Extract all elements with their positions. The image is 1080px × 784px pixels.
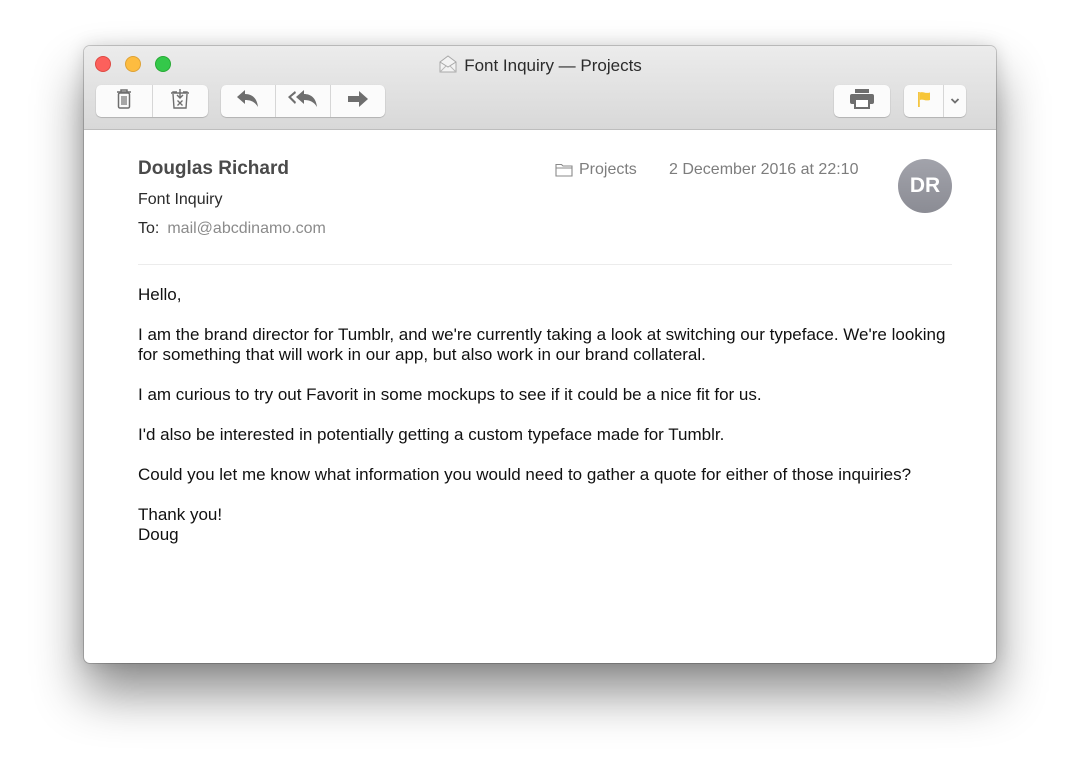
reply-button-group [221, 85, 385, 117]
avatar-initials: DR [909, 174, 941, 197]
body-signature: Thank you! Doug [138, 505, 223, 544]
body-paragraph: I'd also be interested in potentially ge… [138, 425, 725, 444]
reply-button[interactable] [221, 85, 276, 117]
window-title-text: Font Inquiry — Projects [464, 56, 642, 75]
reply-all-button[interactable] [276, 85, 331, 117]
flag-button-group [904, 85, 966, 117]
to-label: To: [138, 220, 160, 237]
forward-button[interactable] [331, 85, 385, 117]
delete-button[interactable] [96, 85, 153, 117]
printer-icon [850, 88, 874, 114]
message-subject: Font Inquiry [138, 191, 223, 208]
flag-icon [917, 91, 931, 112]
sender-name[interactable]: Douglas Richard [138, 158, 289, 180]
body-paragraph: Could you let me know what information y… [138, 465, 912, 484]
avatar: DR [898, 159, 952, 213]
chevron-down-icon [950, 92, 960, 110]
recipient-row: To: mail@abcdinamo.com [138, 220, 326, 238]
body-paragraph: I am curious to try out Favorit in some … [138, 385, 762, 404]
flag-menu-button[interactable] [944, 85, 966, 117]
message-date: 2 December 2016 at 22:10 [669, 161, 859, 178]
body-paragraph: I am the brand director for Tumblr, and … [138, 325, 946, 364]
trash-icon [116, 88, 132, 114]
delete-button-group [96, 85, 208, 117]
mail-window: Font Inquiry — Projects Douglas Richard … [84, 46, 996, 663]
forward-icon [347, 90, 369, 112]
reply-icon [236, 89, 260, 113]
print-button[interactable] [834, 85, 890, 117]
junk-button[interactable] [153, 85, 209, 117]
recipient-address[interactable]: mail@abcdinamo.com [167, 220, 326, 237]
window-title: Font Inquiry — Projects [84, 55, 996, 78]
mailbox-name: Projects [579, 161, 637, 178]
junk-icon [169, 88, 191, 115]
message-header: Douglas Richard Font Inquiry To: mail@abc… [138, 156, 952, 266]
message-body: Hello, I am the brand director for Tumbl… [138, 285, 958, 565]
print-button-group [834, 85, 890, 117]
envelope-open-icon [438, 55, 458, 78]
reply-all-icon [287, 89, 319, 113]
mailbox-label[interactable]: Projects [555, 161, 637, 179]
title-bar: Font Inquiry — Projects [84, 46, 996, 130]
flag-button[interactable] [904, 85, 945, 117]
header-divider [138, 264, 952, 265]
body-paragraph: Hello, [138, 285, 182, 304]
folder-icon [555, 163, 573, 177]
